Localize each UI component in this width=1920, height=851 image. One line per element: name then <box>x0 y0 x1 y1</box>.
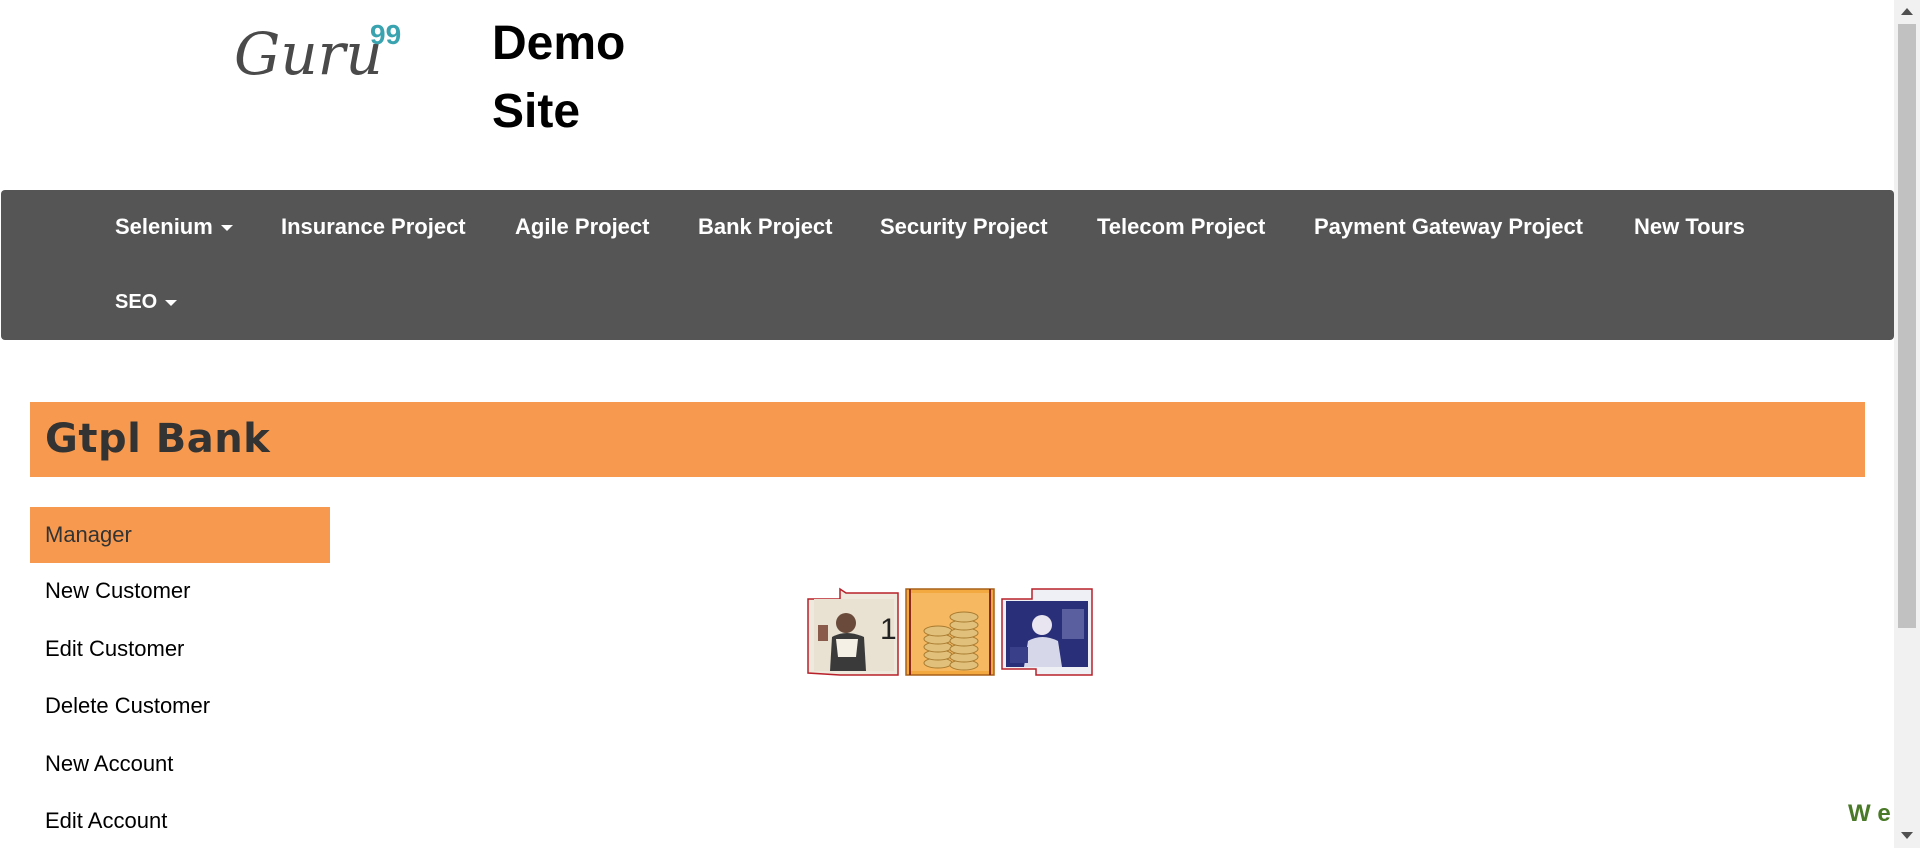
menu-item-new-customer[interactable]: New Customer <box>30 563 330 621</box>
menu-item-edit-customer[interactable]: Edit Customer <box>30 621 330 679</box>
site-title: Demo Site <box>492 10 652 146</box>
svg-text:1: 1 <box>880 613 897 646</box>
bank-title: Gtpl Bank <box>45 416 271 462</box>
menu-item-manager[interactable]: Manager <box>30 507 330 563</box>
scroll-down-arrow-icon[interactable] <box>1901 832 1913 839</box>
main-navbar: Selenium Insurance Project Agile Project… <box>1 190 1894 340</box>
nav-payment-gateway-project[interactable]: Payment Gateway Project <box>1314 214 1583 240</box>
logo-superscript: 99 <box>370 19 401 50</box>
nav-bank-project[interactable]: Bank Project <box>698 214 833 240</box>
menu-item-delete-customer[interactable]: Delete Customer <box>30 678 330 736</box>
blue-businessman-image <box>1001 588 1093 676</box>
welcome-marquee: W e <box>1848 800 1891 827</box>
bank-header-bar: Gtpl Bank <box>30 402 1865 477</box>
nav-telecom-project[interactable]: Telecom Project <box>1097 214 1265 240</box>
nav-seo-label: SEO <box>115 291 158 313</box>
businessman-phone-image: 1 <box>807 587 899 676</box>
scroll-up-arrow-icon[interactable] <box>1901 8 1913 15</box>
nav-agile-project[interactable]: Agile Project <box>515 214 649 240</box>
manager-menu: Manager New Customer Edit Customer Delet… <box>30 507 330 851</box>
chevron-down-icon <box>220 225 233 232</box>
nav-selenium-dropdown[interactable]: Selenium <box>115 214 233 240</box>
menu-item-edit-account[interactable]: Edit Account <box>30 793 330 851</box>
nav-seo-dropdown[interactable]: SEO <box>115 289 178 315</box>
bank-banner-images: 1 <box>806 587 1094 679</box>
coins-image <box>905 588 995 676</box>
guru99-logo[interactable]: Guru 99 <box>234 10 414 88</box>
nav-insurance-project[interactable]: Insurance Project <box>281 214 466 240</box>
logo-text: Guru <box>234 20 383 86</box>
scroll-thumb[interactable] <box>1898 24 1916 628</box>
chevron-down-icon <box>165 299 178 306</box>
nav-new-tours[interactable]: New Tours <box>1634 214 1745 240</box>
page-scrollbar[interactable] <box>1894 0 1920 848</box>
nav-security-project[interactable]: Security Project <box>880 214 1048 240</box>
site-title-line2: Site <box>492 85 581 138</box>
menu-item-new-account[interactable]: New Account <box>30 736 330 794</box>
site-title-line1: Demo <box>492 17 626 70</box>
nav-selenium-label: Selenium <box>115 214 213 239</box>
